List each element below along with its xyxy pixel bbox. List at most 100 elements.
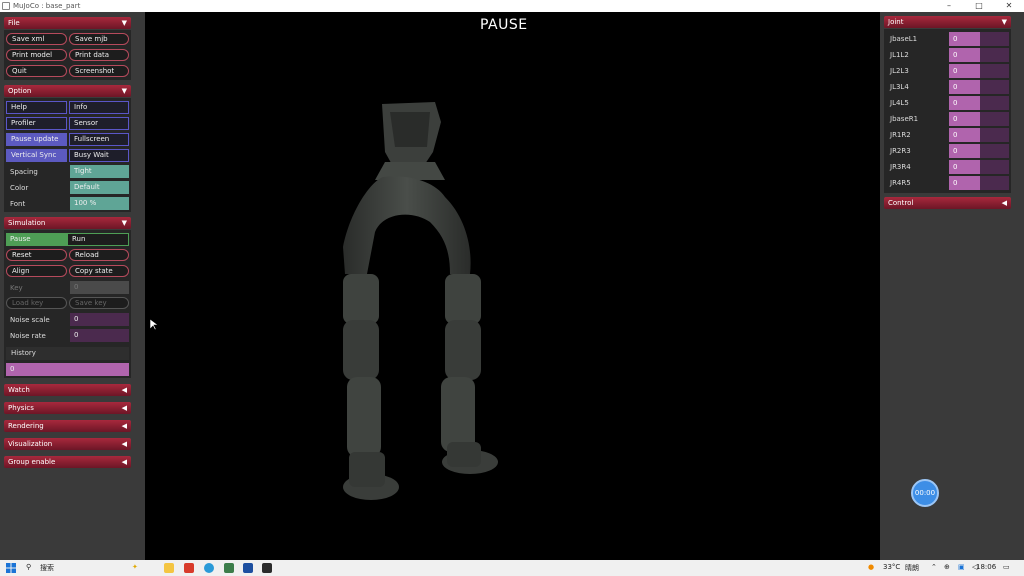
windows-start-icon[interactable]: [6, 563, 16, 573]
section-file-header[interactable]: File ▼: [4, 17, 131, 29]
tray-chevron-icon[interactable]: ⌃: [931, 563, 937, 571]
noise-rate-slider[interactable]: 0: [70, 329, 129, 342]
screenshot-button[interactable]: Screenshot: [69, 65, 129, 77]
expand-left-icon: ◀: [121, 440, 127, 448]
joint-row: JR2R3 0: [888, 144, 1010, 158]
section-joint-title: Joint: [888, 18, 904, 26]
close-button[interactable]: ✕: [994, 0, 1024, 12]
mujoco-app-icon[interactable]: [262, 563, 272, 573]
section-group-enable-header[interactable]: Group enable ◀: [4, 456, 131, 468]
joint-slider[interactable]: 0: [949, 144, 1009, 158]
section-group-enable-title: Group enable: [8, 458, 56, 466]
collapse-down-icon: ▼: [121, 19, 127, 27]
font-select[interactable]: 100 %: [70, 197, 129, 210]
section-control-title: Control: [888, 199, 914, 207]
history-label: History: [6, 347, 129, 360]
collapse-down-icon: ▼: [121, 219, 127, 227]
joint-row: JR1R2 0: [888, 128, 1010, 142]
joint-slider[interactable]: 0: [949, 32, 1009, 46]
taskbar-search-box[interactable]: 搜索: [40, 563, 54, 573]
fullscreen-toggle[interactable]: Fullscreen: [69, 133, 129, 146]
collapse-down-icon: ▼: [1001, 18, 1007, 26]
render-viewport[interactable]: [145, 12, 880, 560]
joint-slider[interactable]: 0: [949, 128, 1009, 142]
joint-name: JR2R3: [890, 147, 911, 155]
save-xml-button[interactable]: Save xml: [6, 33, 67, 45]
reset-button[interactable]: Reset: [6, 249, 67, 261]
joint-name: JL2L3: [890, 67, 909, 75]
section-watch-header[interactable]: Watch ◀: [4, 384, 131, 396]
section-visualization-header[interactable]: Visualization ◀: [4, 438, 131, 450]
app-tray-icon[interactable]: ▣: [958, 563, 965, 571]
joint-slider[interactable]: 0: [949, 80, 1009, 94]
save-key-button[interactable]: Save key: [69, 297, 129, 309]
joint-value: 0: [953, 131, 958, 139]
profiler-toggle[interactable]: Profiler: [6, 117, 67, 130]
wps-icon[interactable]: [184, 563, 194, 573]
weather-text[interactable]: 晴朗: [905, 563, 919, 573]
joint-slider[interactable]: 0: [949, 64, 1009, 78]
section-simulation-title: Simulation: [8, 219, 46, 227]
joint-row: JL3L4 0: [888, 80, 1010, 94]
joint-name: JR1R2: [890, 131, 911, 139]
print-model-button[interactable]: Print model: [6, 49, 67, 61]
m-app-icon[interactable]: [243, 563, 253, 573]
copy-state-button[interactable]: Copy state: [69, 265, 129, 277]
edge-browser-icon[interactable]: [204, 563, 214, 573]
joint-name: JR4R5: [890, 179, 911, 187]
maximize-button[interactable]: □: [964, 0, 994, 12]
busy-wait-toggle[interactable]: Busy Wait: [69, 149, 129, 162]
pause-radio[interactable]: Pause: [6, 233, 67, 246]
section-simulation-header[interactable]: Simulation ▼: [4, 217, 131, 229]
align-button[interactable]: Align: [6, 265, 67, 277]
noise-scale-slider[interactable]: 0: [70, 313, 129, 326]
section-joint-header[interactable]: Joint ▼: [884, 16, 1011, 28]
section-rendering-header[interactable]: Rendering ◀: [4, 420, 131, 432]
section-physics-header[interactable]: Physics ◀: [4, 402, 131, 414]
history-slider[interactable]: 0: [6, 363, 129, 376]
temperature-text[interactable]: 33°C: [883, 563, 900, 571]
joint-value: 0: [953, 115, 958, 123]
clock-text[interactable]: 18:06: [976, 563, 996, 571]
joint-value: 0: [953, 147, 958, 155]
help-toggle[interactable]: Help: [6, 101, 67, 114]
security-shield-icon[interactable]: [224, 563, 234, 573]
load-key-button[interactable]: Load key: [6, 297, 67, 309]
file-explorer-icon[interactable]: [164, 563, 174, 573]
joint-slider[interactable]: 0: [949, 96, 1009, 110]
joint-row: JL2L3 0: [888, 64, 1010, 78]
run-radio[interactable]: Run: [67, 233, 129, 246]
joint-slider[interactable]: 0: [949, 160, 1009, 174]
expand-left-icon: ◀: [121, 422, 127, 430]
section-file-title: File: [8, 19, 20, 27]
collapse-down-icon: ▼: [121, 87, 127, 95]
joint-slider[interactable]: 0: [949, 176, 1009, 190]
joint-row: JR3R4 0: [888, 160, 1010, 174]
vertical-sync-toggle[interactable]: Vertical Sync: [6, 149, 67, 162]
joint-value: 0: [953, 179, 958, 187]
noise-rate-label: Noise rate: [10, 332, 46, 340]
quit-button[interactable]: Quit: [6, 65, 67, 77]
mouse-cursor-icon: [149, 318, 159, 333]
info-toggle[interactable]: Info: [69, 101, 129, 114]
pause-update-toggle[interactable]: Pause update: [6, 133, 67, 146]
sensor-toggle[interactable]: Sensor: [69, 117, 129, 130]
sparkle-icon[interactable]: ✦: [132, 563, 138, 571]
minimize-button[interactable]: –: [934, 0, 964, 12]
joint-name: JbaseR1: [890, 115, 919, 123]
key-slider[interactable]: 0: [70, 281, 129, 294]
color-select[interactable]: Default: [70, 181, 129, 194]
network-icon[interactable]: ⊕: [944, 563, 950, 571]
search-icon[interactable]: ⚲: [26, 563, 31, 571]
spacing-select[interactable]: Tight: [70, 165, 129, 178]
section-option-header[interactable]: Option ▼: [4, 85, 131, 97]
joint-slider[interactable]: 0: [949, 48, 1009, 62]
joint-value: 0: [953, 163, 958, 171]
notification-icon[interactable]: ▭: [1003, 563, 1010, 571]
joint-slider[interactable]: 0: [949, 112, 1009, 126]
section-control-header[interactable]: Control ◀: [884, 197, 1011, 209]
print-data-button[interactable]: Print data: [69, 49, 129, 61]
reload-button[interactable]: Reload: [69, 249, 129, 261]
timer-bubble[interactable]: 00:00: [911, 479, 939, 507]
save-mjb-button[interactable]: Save mjb: [69, 33, 129, 45]
